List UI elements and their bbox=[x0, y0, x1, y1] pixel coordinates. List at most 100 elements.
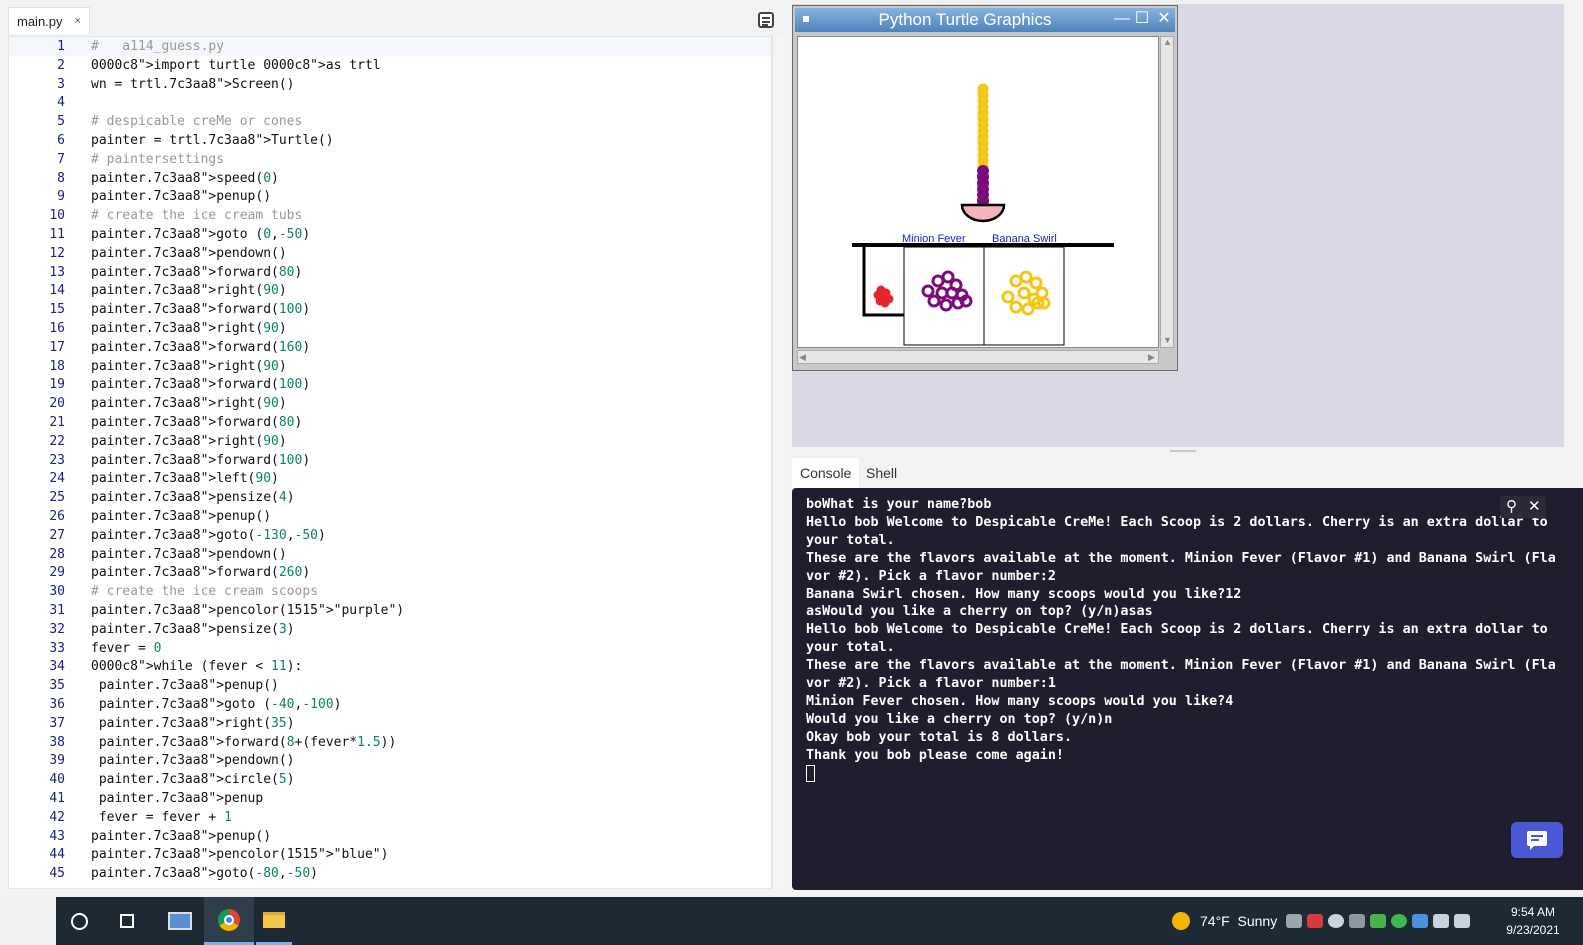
code-line[interactable]: 9 painter.7c3aa8">penup() bbox=[9, 187, 771, 206]
tab-console[interactable]: Console bbox=[792, 458, 860, 488]
turtle-vertical-scrollbar[interactable]: ▲ ▼ bbox=[1160, 36, 1174, 348]
code-line[interactable]: 43 painter.7c3aa8">penup() bbox=[9, 827, 771, 846]
console-cursor[interactable] bbox=[806, 764, 815, 782]
bluetooth-icon[interactable] bbox=[1412, 914, 1428, 928]
code-text: painter.7c3aa8">penup bbox=[91, 791, 264, 806]
code-line[interactable]: 14 painter.7c3aa8">right(90) bbox=[9, 281, 771, 300]
line-number: 41 bbox=[49, 791, 65, 806]
minimize-icon[interactable]: — bbox=[1113, 10, 1131, 28]
globe-icon[interactable] bbox=[1328, 914, 1344, 928]
tab-shell[interactable]: Shell bbox=[858, 458, 905, 488]
clock[interactable]: 9:54 AM 9/23/2021 bbox=[1498, 903, 1568, 939]
console-close-icon[interactable]: ✕ bbox=[1528, 497, 1541, 515]
code-line[interactable]: 34 0000c8">while (fever < 11): bbox=[9, 657, 771, 676]
code-line[interactable]: 19 painter.7c3aa8">forward(100) bbox=[9, 375, 771, 394]
code-line[interactable]: 31 painter.7c3aa8">pencolor(1515">"purple… bbox=[9, 601, 771, 620]
minion-fever-label: Minion Fever bbox=[902, 233, 966, 245]
code-line[interactable]: 8 painter.7c3aa8">speed(0) bbox=[9, 169, 771, 188]
tray-chat-icon[interactable] bbox=[1370, 914, 1386, 928]
code-line[interactable]: 10 # create the ice cream tubs bbox=[9, 206, 771, 225]
code-line[interactable]: 23 painter.7c3aa8">forward(100) bbox=[9, 451, 771, 470]
purple-ring bbox=[939, 298, 953, 312]
scroll-up-icon[interactable]: ▲ bbox=[1163, 37, 1172, 47]
code-line[interactable]: 21 painter.7c3aa8">forward(80) bbox=[9, 413, 771, 432]
cherry bbox=[880, 298, 890, 308]
code-line[interactable]: 7 # paintersettings bbox=[9, 150, 771, 169]
search-icon[interactable]: ⚲ bbox=[1506, 497, 1517, 515]
code-line[interactable]: 35 painter.7c3aa8">penup() bbox=[9, 676, 771, 695]
turtle-graphics-window[interactable]: Python Turtle Graphics — ☐ ✕ Minion Feve… bbox=[792, 5, 1178, 371]
close-icon[interactable]: ✕ bbox=[1155, 10, 1173, 28]
code-line[interactable]: 2 0000c8">import turtle 0000c8">as trtl bbox=[9, 56, 771, 75]
maximize-icon[interactable]: ☐ bbox=[1133, 10, 1151, 28]
code-scrollbar[interactable] bbox=[772, 36, 785, 889]
code-line[interactable]: 33 fever = 0 bbox=[9, 639, 771, 658]
task-view-icon[interactable] bbox=[112, 897, 142, 945]
console-output[interactable]: boWhat is your name?bob Hello bob Welcome… bbox=[792, 488, 1583, 890]
console-line: Hello bob Welcome to Despicable CreMe! E… bbox=[806, 514, 1548, 530]
code-line[interactable]: 22 painter.7c3aa8">right(90) bbox=[9, 432, 771, 451]
turtle-horizontal-scrollbar[interactable]: ◀ ▶ bbox=[797, 350, 1159, 364]
code-line[interactable]: 18 painter.7c3aa8">right(90) bbox=[9, 357, 771, 376]
editor-menu-icon[interactable] bbox=[758, 12, 774, 28]
code-text: painter.7c3aa8">circle(5) bbox=[91, 772, 295, 788]
code-line[interactable]: 15 painter.7c3aa8">forward(100) bbox=[9, 300, 771, 319]
code-line[interactable]: 29 painter.7c3aa8">forward(260) bbox=[9, 563, 771, 582]
tray-tool-icon[interactable] bbox=[1349, 914, 1365, 928]
tray-app-icon[interactable] bbox=[1307, 914, 1323, 928]
code-editor[interactable]: 1 # a114_guess.py 2 0000c8">import turtle 0… bbox=[8, 36, 772, 889]
code-line[interactable]: 40 painter.7c3aa8">circle(5) bbox=[9, 770, 771, 789]
line-number: 14 bbox=[49, 283, 65, 299]
line-number: 6 bbox=[57, 133, 65, 148]
purple-ring bbox=[931, 274, 945, 288]
code-line[interactable]: 4 bbox=[9, 93, 771, 112]
code-line[interactable]: 6 painter = trtl.7c3aa8">Turtle() bbox=[9, 131, 771, 150]
code-line[interactable]: 37 painter.7c3aa8">right(35) bbox=[9, 714, 771, 733]
code-line[interactable]: 26 painter.7c3aa8">penup() bbox=[9, 507, 771, 526]
code-line[interactable]: 42 fever = fever + 1 bbox=[9, 808, 771, 827]
chat-button[interactable] bbox=[1511, 822, 1563, 858]
code-line[interactable]: 27 painter.7c3aa8">goto(-130,-50) bbox=[9, 526, 771, 545]
code-line[interactable]: 28 painter.7c3aa8">pendown() bbox=[9, 545, 771, 564]
file-explorer-icon[interactable] bbox=[256, 897, 292, 945]
cloud-icon[interactable] bbox=[1286, 914, 1302, 928]
code-line[interactable]: 38 painter.7c3aa8">forward(8+(fever*1.5)… bbox=[9, 733, 771, 752]
code-line[interactable]: 20 painter.7c3aa8">right(90) bbox=[9, 394, 771, 413]
line-number: 15 bbox=[49, 302, 65, 318]
pane-splitter[interactable] bbox=[1170, 450, 1196, 452]
code-line[interactable]: 17 painter.7c3aa8">forward(160) bbox=[9, 338, 771, 357]
code-line[interactable]: 24 painter.7c3aa8">left(90) bbox=[9, 469, 771, 488]
volume-icon[interactable] bbox=[1454, 914, 1470, 928]
code-line[interactable]: 12 painter.7c3aa8">pendown() bbox=[9, 244, 771, 263]
line-number: 21 bbox=[49, 415, 65, 430]
tray-sync-icon[interactable] bbox=[1391, 914, 1407, 928]
code-line[interactable]: 1 # a114_guess.py bbox=[9, 37, 771, 56]
code-line[interactable]: 25 painter.7c3aa8">pensize(4) bbox=[9, 488, 771, 507]
code-line[interactable]: 32 painter.7c3aa8">pensize(3) bbox=[9, 620, 771, 639]
code-line[interactable]: 44 painter.7c3aa8">pencolor(1515">"blue") bbox=[9, 845, 771, 864]
chrome-icon[interactable] bbox=[204, 897, 254, 945]
turtle-titlebar[interactable]: Python Turtle Graphics — ☐ ✕ bbox=[795, 8, 1175, 32]
remote-desktop-icon[interactable] bbox=[160, 897, 200, 945]
code-line[interactable]: 13 painter.7c3aa8">forward(80) bbox=[9, 263, 771, 282]
scroll-right-icon[interactable]: ▶ bbox=[1148, 352, 1155, 363]
search-circle-icon[interactable] bbox=[64, 897, 94, 945]
weather-widget[interactable]: 74°F Sunny bbox=[1172, 897, 1277, 945]
yellow-ring bbox=[1001, 290, 1015, 304]
scroll-down-icon[interactable]: ▼ bbox=[1163, 335, 1172, 345]
tab-main-py[interactable]: main.py × bbox=[8, 7, 90, 34]
code-line[interactable]: 45 painter.7c3aa8">goto(-80,-50) bbox=[9, 864, 771, 883]
code-line[interactable]: 5 # despicable creMe or cones bbox=[9, 112, 771, 131]
console-line: asWould you like a cherry on top? (y/n)a… bbox=[806, 604, 1153, 620]
code-line[interactable]: 11 painter.7c3aa8">goto (0,-50) bbox=[9, 225, 771, 244]
line-number: 16 bbox=[49, 321, 65, 336]
network-icon[interactable] bbox=[1433, 914, 1449, 928]
code-line[interactable]: 36 painter.7c3aa8">goto (-40,-100) bbox=[9, 695, 771, 714]
code-line[interactable]: 3 wn = trtl.7c3aa8">Screen() bbox=[9, 75, 771, 94]
code-line[interactable]: 16 painter.7c3aa8">right(90) bbox=[9, 319, 771, 338]
scroll-left-icon[interactable]: ◀ bbox=[799, 352, 806, 363]
tab-close-icon[interactable]: × bbox=[75, 15, 81, 27]
code-line[interactable]: 30 # create the ice cream scoops bbox=[9, 582, 771, 601]
code-line[interactable]: 39 painter.7c3aa8">pendown() bbox=[9, 751, 771, 770]
code-line[interactable]: 41 painter.7c3aa8">penup bbox=[9, 789, 771, 808]
